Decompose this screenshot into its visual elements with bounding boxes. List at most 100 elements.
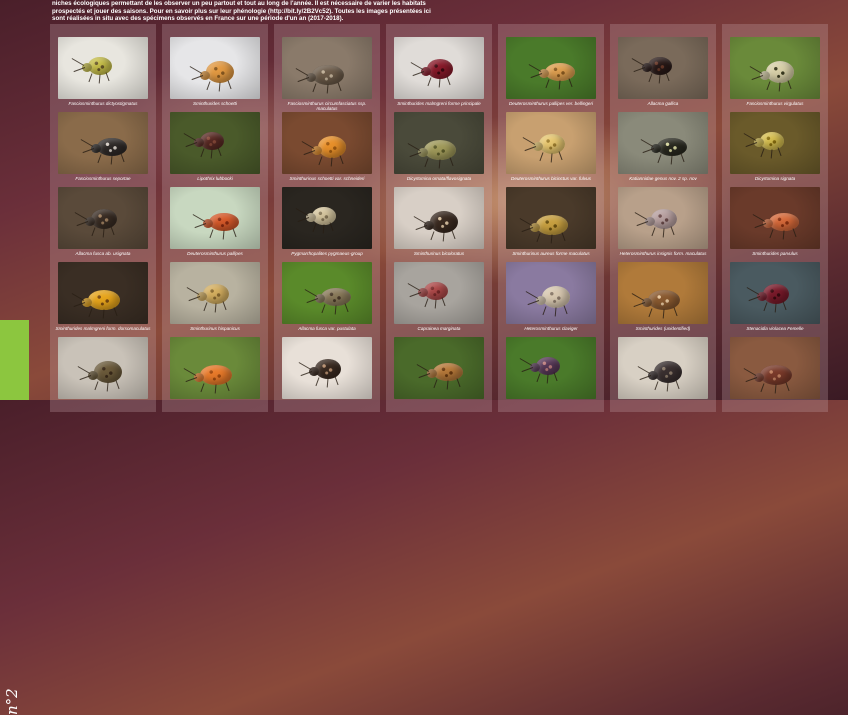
springtail-leg [648, 308, 653, 318]
species-card[interactable]: Sminthurides malmgreni forme principale [394, 37, 484, 112]
springtail-leg [214, 303, 217, 313]
species-card[interactable]: Sminthurinus hispanicus [170, 262, 260, 337]
species-card[interactable] [58, 337, 148, 412]
springtail-leg [545, 79, 550, 89]
species-photo[interactable] [506, 337, 596, 399]
species-photo[interactable] [394, 337, 484, 399]
species-caption: Dicyrtomina signata [754, 176, 796, 181]
springtail-leg [232, 228, 237, 238]
springtail-figure [200, 365, 232, 385]
springtail-figure [91, 209, 117, 229]
species-photo[interactable] [394, 37, 484, 99]
springtail-leg [97, 154, 102, 164]
species-photo[interactable] [730, 262, 820, 324]
species-card[interactable]: Allacma gallica [618, 37, 708, 112]
species-photo[interactable] [282, 337, 372, 399]
species-photo[interactable] [282, 262, 372, 324]
species-card[interactable]: Deuterosminthurus pallipes ver. bellinge… [506, 37, 596, 112]
species-photo[interactable] [58, 187, 148, 249]
species-photo[interactable] [730, 37, 820, 99]
species-card[interactable]: Fasciosminthurus seportae [58, 112, 148, 187]
species-photo[interactable] [618, 262, 708, 324]
species-caption: Sminthurinus bicoloratus [413, 251, 465, 256]
species-photo[interactable] [170, 337, 260, 399]
species-card[interactable] [170, 337, 260, 412]
species-card[interactable]: Fasciosminthurus virgulatus [730, 37, 820, 112]
species-photo[interactable] [58, 337, 148, 399]
species-card[interactable] [394, 337, 484, 412]
species-card[interactable]: Sminthurinus bicoloratus [394, 187, 484, 262]
species-photo[interactable] [394, 187, 484, 249]
species-card[interactable]: Heterosminthurus insignis form. maculatu… [618, 187, 708, 262]
springtail-leg [550, 153, 553, 163]
species-card[interactable]: Sminthurides malmgreni form. dorsomacula… [56, 262, 150, 337]
species-card[interactable] [506, 337, 596, 412]
species-photo[interactable] [58, 262, 148, 324]
species-card[interactable]: Sminthurides schoetti [170, 37, 260, 112]
species-photo[interactable] [618, 337, 708, 399]
springtail-leg [528, 64, 542, 72]
species-photo[interactable] [282, 187, 372, 249]
species-card[interactable]: Katiannidae genus nov. 2 sp. nov [618, 112, 708, 187]
springtail-leg [519, 358, 533, 366]
species-card[interactable]: Caprainea marginata [394, 262, 484, 337]
springtail-leg [298, 362, 312, 370]
springtail-leg [550, 234, 553, 244]
species-photo[interactable] [282, 37, 372, 99]
species-caption: Sminthurides malmgreni forme principale [397, 101, 481, 106]
species-photo[interactable] [730, 112, 820, 174]
species-column: Sminthurides schoetti Lipothrix lubbocki D… [162, 24, 268, 412]
springtail-figure [657, 138, 687, 156]
species-card[interactable]: Fasciosminthurus circumfasciatus ssp. ma… [282, 37, 372, 112]
springtail-figure [312, 65, 344, 85]
species-card[interactable]: Allacma fusca var. pustulata [282, 262, 372, 337]
springtail-leg [312, 83, 317, 93]
species-photo[interactable] [506, 187, 596, 249]
species-photo[interactable] [506, 37, 596, 99]
species-card[interactable] [282, 337, 372, 412]
springtail-leg [778, 82, 781, 92]
species-card[interactable]: Dicyrtomina ornata/flavosignata [394, 112, 484, 187]
species-photo[interactable] [394, 112, 484, 174]
springtail-leg [295, 208, 309, 216]
species-card[interactable]: Sminthurinus aureus forme maculatus [506, 187, 596, 262]
species-photo[interactable] [618, 187, 708, 249]
species-card[interactable]: Fasciosminthurus dictyostigmatus [58, 37, 148, 112]
species-card[interactable] [730, 337, 820, 412]
species-card[interactable]: Pygmarrhopalites pygmaeus-group [282, 187, 372, 262]
species-card[interactable]: Sminthurides parvulus [730, 187, 820, 262]
species-card[interactable]: Dicyrtomina signata [730, 112, 820, 187]
species-card[interactable]: Deuterosminthurus bicinctus var. fulvus [506, 112, 596, 187]
species-photo[interactable] [58, 112, 148, 174]
springtail-leg [519, 218, 533, 226]
species-card[interactable]: Sminthurides (unidentified) [618, 262, 708, 337]
species-photo[interactable] [170, 187, 260, 249]
species-photo[interactable] [506, 112, 596, 174]
species-photo[interactable] [170, 262, 260, 324]
species-photo[interactable] [618, 37, 708, 99]
species-caption: Sminthurinus aureus forme maculatus [512, 251, 590, 256]
species-card[interactable]: Deuterosminthurus pallipes [170, 187, 260, 262]
species-photo[interactable] [618, 112, 708, 174]
species-photo[interactable] [730, 337, 820, 399]
species-photo[interactable] [170, 112, 260, 174]
species-photo[interactable] [170, 37, 260, 99]
springtail-leg [673, 307, 678, 317]
species-card[interactable] [618, 337, 708, 412]
species-card[interactable]: Allacma fusca ab. usignata [58, 187, 148, 262]
species-card[interactable]: Stenacidia violacea Femelle [730, 262, 820, 337]
springtail-figure [209, 213, 239, 231]
species-photo[interactable] [282, 112, 372, 174]
springtail-leg [769, 229, 774, 239]
species-caption: Sminthurides (unidentified) [635, 326, 691, 331]
species-photo[interactable] [58, 37, 148, 99]
species-photo[interactable] [394, 262, 484, 324]
springtail-leg [222, 230, 225, 240]
species-card[interactable]: Lipothrix lubbocki [170, 112, 260, 187]
springtail-figure [97, 138, 127, 156]
springtail-leg [77, 366, 91, 374]
species-card[interactable]: Heterosminthurus claviger [506, 262, 596, 337]
species-photo[interactable] [730, 187, 820, 249]
species-photo[interactable] [506, 262, 596, 324]
species-card[interactable]: Sminthurinus schoetti var. schneideri [282, 112, 372, 187]
